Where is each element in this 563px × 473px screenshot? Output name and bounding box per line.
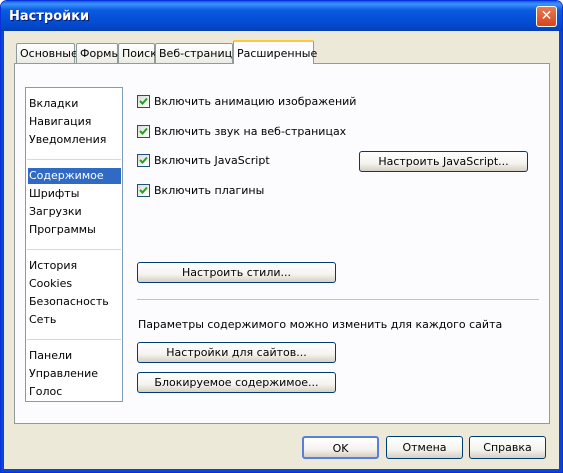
sidebar-item-toolbars[interactable]: Панели (28, 348, 121, 364)
checkbox-label: Включить анимацию изображений (154, 95, 357, 108)
window-border-left (1, 31, 4, 472)
tab-search[interactable]: Поиск (118, 43, 157, 63)
sound-checkbox[interactable] (137, 125, 150, 138)
sidebar-item-navigation[interactable]: Навигация (28, 114, 121, 130)
ok-button[interactable]: OK (302, 436, 379, 459)
category-list[interactable]: Вкладки Навигация Уведомления Содержимое… (25, 87, 123, 402)
sidebar-item-programs[interactable]: Программы (28, 222, 121, 238)
checkbox-label: Включить JavaScript (154, 154, 270, 167)
checkbox-label: Включить плагины (154, 184, 265, 197)
window-border-right (559, 31, 562, 472)
section-divider (137, 299, 539, 301)
tab-basic[interactable]: Основные (16, 43, 78, 63)
tab-web-pages[interactable]: Веб-страницы (155, 43, 241, 63)
tab-label: Основные (20, 47, 78, 60)
sidebar-separator (27, 339, 121, 340)
checkmark-icon (139, 97, 148, 105)
javascript-checkbox[interactable] (137, 154, 150, 167)
tab-forms[interactable]: Формы (76, 43, 121, 63)
window-title: Настройки (9, 9, 90, 24)
sidebar-item-notifications[interactable]: Уведомления (28, 132, 121, 148)
site-preferences-note: Параметры содержимого можно изменить для… (138, 318, 503, 331)
cancel-button[interactable]: Отмена (386, 436, 463, 459)
animation-checkbox[interactable] (137, 95, 150, 108)
sidebar-item-cookies[interactable]: Cookies (28, 276, 121, 292)
sidebar-item-downloads[interactable]: Загрузки (28, 204, 121, 220)
sidebar-separator (27, 249, 121, 250)
checkmark-icon (139, 127, 148, 135)
checkbox-label: Включить звук на веб-страницах (154, 125, 347, 138)
configure-javascript-button[interactable]: Настроить JavaScript... (359, 151, 528, 172)
help-button[interactable]: Справка (469, 436, 546, 459)
title-bar[interactable]: Настройки ✕ (1, 1, 562, 31)
tab-label: Поиск (122, 47, 157, 60)
blocked-content-button[interactable]: Блокируемое содержимое... (137, 372, 336, 393)
sidebar-item-network[interactable]: Сеть (28, 312, 121, 328)
plugins-checkbox[interactable] (137, 184, 150, 197)
sidebar-item-voice[interactable]: Голос (28, 384, 121, 400)
sidebar-item-security[interactable]: Безопасность (28, 294, 121, 310)
tab-label: Расширенные (237, 47, 318, 60)
sidebar-item-history[interactable]: История (28, 258, 121, 274)
tab-label: Формы (80, 47, 121, 60)
tab-advanced[interactable]: Расширенные (233, 40, 318, 64)
configure-styles-button[interactable]: Настроить стили... (137, 262, 336, 283)
close-button[interactable]: ✕ (536, 6, 557, 27)
checkmark-icon (139, 186, 148, 194)
sidebar-item-content[interactable]: Содержимое (28, 168, 121, 184)
site-settings-button[interactable]: Настройки для сайтов... (137, 342, 336, 363)
close-icon: ✕ (540, 8, 553, 24)
sidebar-item-tabs[interactable]: Вкладки (28, 96, 121, 112)
window-border-bottom (1, 469, 562, 472)
tab-label: Веб-страницы (159, 47, 241, 60)
sidebar-separator (27, 159, 121, 160)
sidebar-item-control[interactable]: Управление (28, 366, 121, 382)
settings-dialog: Настройки ✕ Основные Формы Поиск Веб-стр… (0, 0, 563, 473)
checkmark-icon (139, 156, 148, 164)
sidebar-item-fonts[interactable]: Шрифты (28, 186, 121, 202)
